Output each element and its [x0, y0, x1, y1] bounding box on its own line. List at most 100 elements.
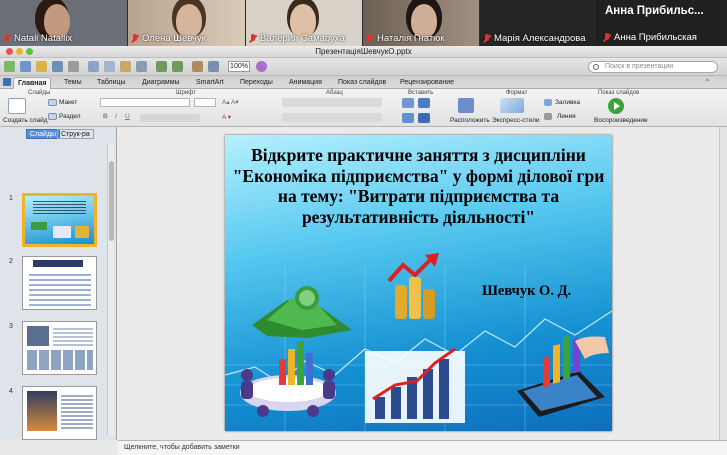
mic-off-icon — [603, 32, 611, 43]
participant-tile[interactable]: Марія Александрова — [480, 0, 595, 46]
tab-review[interactable]: Рецензирование — [396, 77, 458, 89]
canvas-scrollbar[interactable] — [719, 127, 727, 440]
tab-structure[interactable]: Струк-ра — [57, 129, 94, 139]
font-color-icon[interactable]: A ▾ — [222, 113, 231, 121]
participant-name: Олена Шевчук — [142, 33, 206, 44]
insert-picture-icon[interactable] — [192, 61, 203, 72]
search-input[interactable]: Поиск в презентации — [588, 61, 718, 73]
slide-author[interactable]: Шевчук О. Д. — [482, 283, 571, 300]
slide-title[interactable]: Відкрите практичне заняття з дисципліни … — [231, 145, 606, 227]
save-icon[interactable] — [52, 61, 63, 72]
tab-slideshow[interactable]: Показ слайдов — [334, 77, 390, 89]
play-slideshow-button[interactable]: Воспроизведение — [594, 117, 648, 124]
zoom-level[interactable]: 100% — [228, 61, 250, 72]
print-icon[interactable] — [68, 61, 79, 72]
tab-slides[interactable]: Слайды — [26, 129, 61, 139]
tab-charts[interactable]: Диаграммы — [138, 77, 184, 89]
meeting-illustration — [240, 341, 336, 417]
insert-textbox-icon[interactable] — [402, 98, 414, 108]
participant-name: Марія Александрова — [494, 33, 586, 44]
group-title-font: Шрифт — [176, 90, 196, 96]
screen: Natali Natallix Олена Шевчук Валерия Сам… — [0, 0, 727, 455]
slides-panel-scrollbar[interactable] — [107, 143, 114, 435]
slide-canvas: Відкрите практичне заняття з дисципліни … — [118, 127, 727, 440]
arrange-button[interactable]: Расположить — [450, 117, 490, 124]
font-size-select[interactable] — [194, 98, 216, 107]
powerpoint-window: ПрезентаціяШевчукО.pptx 100% Поиск в пре… — [0, 46, 727, 455]
insert-image-icon[interactable] — [402, 113, 414, 123]
section-button[interactable]: Раздел — [59, 113, 80, 120]
underline-icon[interactable]: U — [125, 113, 130, 120]
slide-thumbnail[interactable] — [22, 321, 97, 375]
list-bullets-icon[interactable] — [282, 98, 382, 107]
align-text-icon[interactable] — [282, 113, 382, 122]
line-button[interactable]: Линия — [557, 113, 576, 120]
money-illustration — [252, 286, 352, 338]
self-participant-tile[interactable]: Анна Прибильс... Анна Прибильская — [595, 0, 727, 46]
title-bar: ПрезентаціяШевчукО.pptx — [0, 46, 727, 58]
toolbox-icon[interactable] — [208, 61, 219, 72]
mic-off-icon — [249, 33, 257, 44]
document-title: ПрезентаціяШевчукО.pptx — [315, 47, 412, 56]
notes-pane[interactable]: Щелкните, чтобы добавить заметки — [118, 440, 727, 455]
play-icon — [608, 98, 624, 114]
arrange-icon — [458, 98, 474, 113]
font-family-select[interactable] — [100, 98, 190, 107]
paste-icon[interactable] — [120, 61, 131, 72]
open-folder-icon[interactable] — [36, 61, 47, 72]
insert-shape-icon[interactable] — [418, 98, 430, 108]
participant-name: Анна Прибильская — [614, 32, 697, 43]
participant-tile[interactable]: Олена Шевчук — [128, 0, 246, 46]
copy-icon[interactable] — [104, 61, 115, 72]
slide-thumbnail[interactable] — [22, 256, 97, 310]
quick-styles-button[interactable]: Экспресс-стили — [492, 117, 540, 124]
participant-strip: Natali Natallix Олена Шевчук Валерия Сам… — [0, 0, 727, 46]
ribbon: Слайды Создать слайд Макет Раздел Шрифт … — [0, 89, 727, 127]
self-display-name: Анна Прибильс... — [605, 5, 704, 17]
insert-media-icon[interactable] — [418, 113, 430, 123]
participant-tile[interactable]: Natali Natallix — [0, 0, 128, 46]
home-icon[interactable] — [3, 78, 11, 86]
templates-icon[interactable] — [20, 61, 31, 72]
tab-themes[interactable]: Темы — [60, 77, 86, 89]
new-slide-button[interactable]: Создать слайд — [3, 117, 48, 124]
mic-off-icon — [131, 33, 139, 44]
mic-off-icon — [483, 33, 491, 44]
slide-thumbnail[interactable] — [22, 386, 97, 440]
grow-font-icon[interactable]: A▴ A▾ — [222, 98, 239, 106]
thumbnail-number: 3 — [9, 323, 13, 330]
ribbon-collapse-icon[interactable]: ⌃ — [704, 78, 711, 87]
growth-chart-illustration — [365, 347, 465, 423]
redo-icon[interactable] — [172, 61, 183, 72]
new-document-icon[interactable] — [4, 61, 15, 72]
participant-name: Natali Natallix — [14, 33, 73, 44]
tab-transitions[interactable]: Переходы — [236, 77, 277, 89]
participant-name: Наталія Гнатюк — [377, 33, 445, 44]
help-icon[interactable] — [256, 61, 267, 72]
standard-toolbar: 100% Поиск в презентации — [0, 58, 727, 76]
participant-tile[interactable]: Наталія Гнатюк — [363, 0, 480, 46]
scrollbar-thumb[interactable] — [109, 161, 114, 241]
section-icon — [48, 113, 57, 120]
layout-button[interactable]: Макет — [59, 99, 77, 106]
format-painter-icon[interactable] — [136, 61, 147, 72]
new-slide-icon[interactable] — [8, 98, 26, 114]
tab-animation[interactable]: Анимация — [285, 77, 326, 89]
participant-tile[interactable]: Валерия Самаруха — [246, 0, 363, 46]
group-title-paragraph: Абзац — [326, 90, 343, 96]
slide-thumbnail[interactable] — [22, 193, 97, 247]
undo-icon[interactable] — [156, 61, 167, 72]
cut-icon[interactable] — [88, 61, 99, 72]
font-effects-icon — [140, 114, 200, 122]
bold-icon[interactable]: B — [103, 113, 108, 120]
tab-tables[interactable]: Таблицы — [93, 77, 130, 89]
tab-home[interactable]: Главная — [13, 77, 52, 89]
group-title-format: Формат — [506, 90, 528, 96]
mic-off-icon — [3, 33, 11, 44]
fill-button[interactable]: Заливка — [555, 99, 580, 106]
thumbnail-number: 4 — [9, 388, 13, 395]
current-slide[interactable]: Відкрите практичне заняття з дисципліни … — [225, 135, 612, 431]
thumbnail-number: 2 — [9, 258, 13, 265]
italic-icon[interactable]: I — [115, 113, 117, 120]
tab-smartart[interactable]: SmartArt — [192, 77, 228, 89]
